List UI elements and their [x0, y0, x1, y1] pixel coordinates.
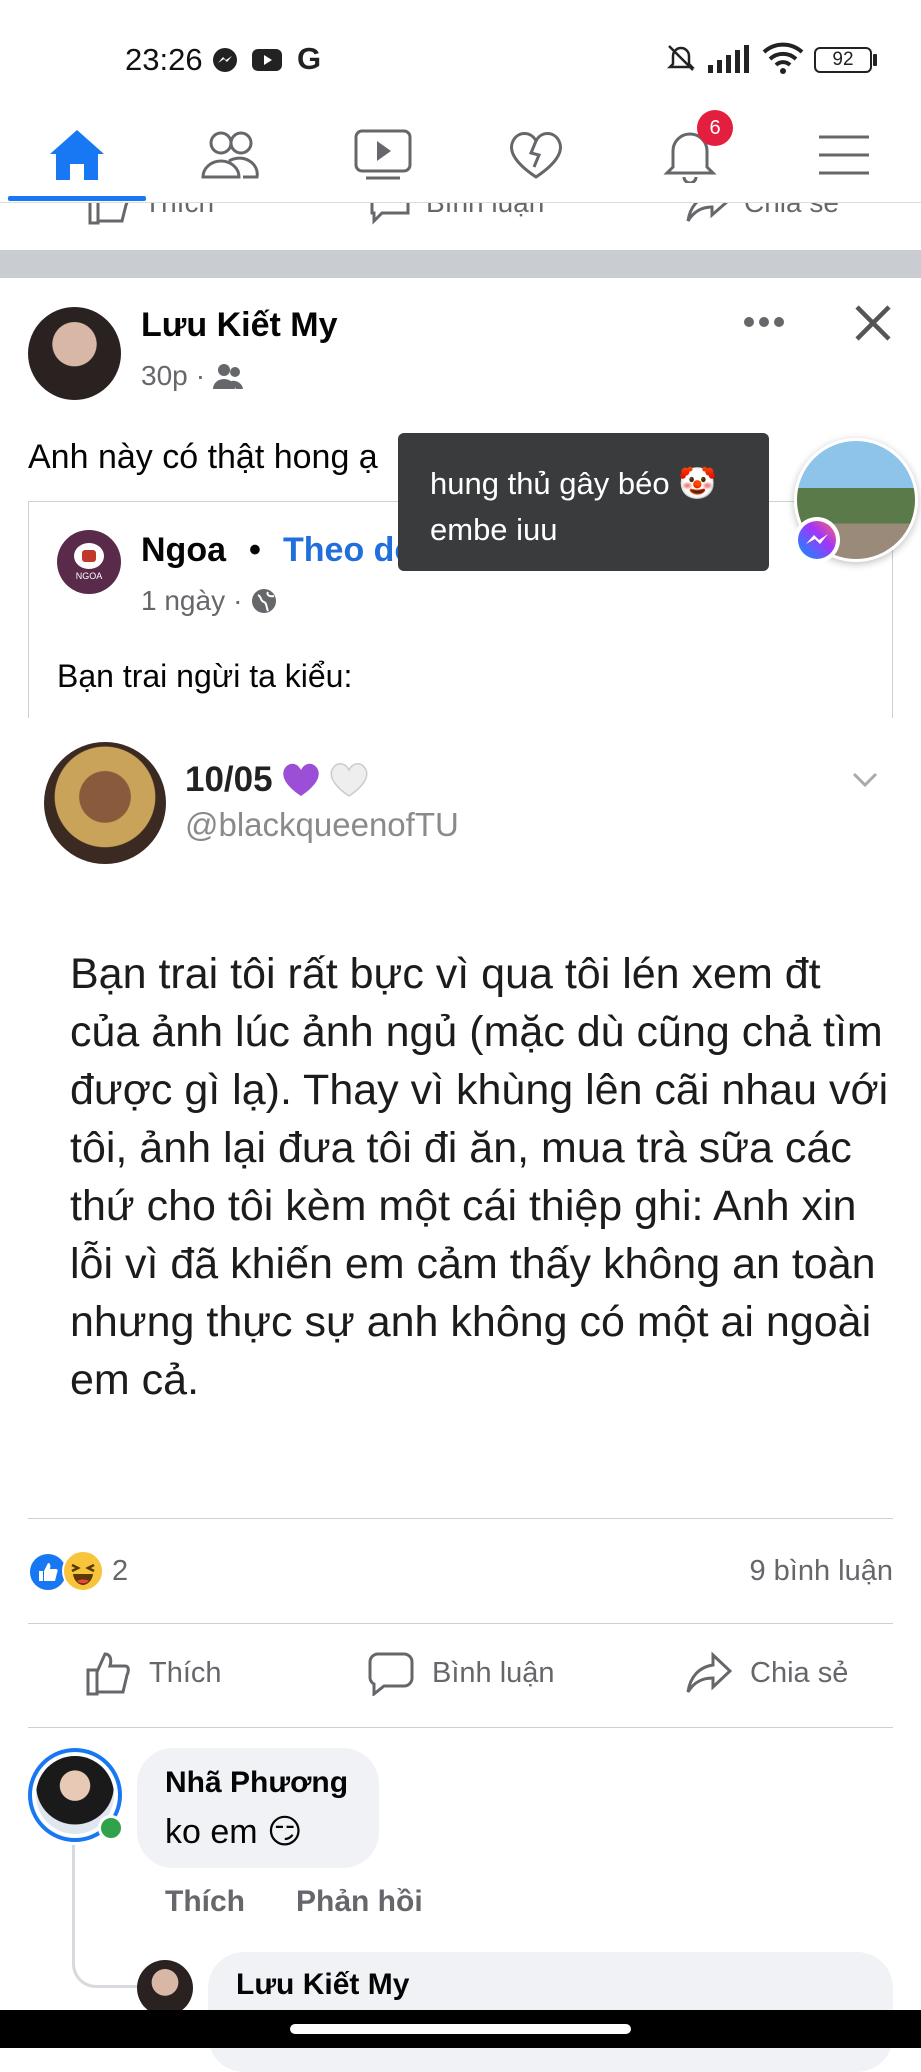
- reactions-divider: [28, 1623, 893, 1624]
- notification-badge: 6: [697, 110, 733, 146]
- comment-text: ko em 😏: [165, 1813, 303, 1851]
- laughing-face-icon: [71, 1563, 95, 1585]
- menu-icon: [819, 135, 869, 175]
- wifi-icon: [762, 42, 804, 74]
- tooltip-line-2: embe iuu: [430, 512, 558, 547]
- comment-label: Bình luận: [432, 1656, 555, 1689]
- status-bar: 23:26 G 92: [0, 0, 921, 110]
- shared-post-time[interactable]: 1 ngày: [141, 585, 225, 617]
- shared-meta-separator: ·: [233, 585, 243, 616]
- tab-dating[interactable]: [486, 110, 586, 200]
- tab-home[interactable]: [27, 110, 127, 200]
- tab-menu[interactable]: [794, 110, 894, 200]
- battery-level: 92: [832, 49, 854, 70]
- messenger-badge-icon: [798, 521, 836, 559]
- tweet-date: 10/05: [185, 760, 273, 799]
- more-options-icon[interactable]: [742, 315, 786, 329]
- share-icon: [686, 203, 728, 222]
- page-logo-icon: [74, 543, 104, 569]
- like-icon: [86, 1652, 130, 1696]
- follow-separator: •: [249, 531, 261, 569]
- top-nav: 6: [0, 110, 921, 202]
- friends-audience-icon: [213, 364, 244, 389]
- previous-like-label: Thích: [144, 202, 215, 218]
- post-author-name[interactable]: Lưu Kiết My: [141, 306, 338, 345]
- online-status-dot: [98, 1815, 124, 1841]
- actions-divider: [28, 1727, 893, 1728]
- post-meta: 30p ·: [141, 360, 244, 392]
- tweet-body-text: Bạn trai tôi rất bực vì qua tôi lén xem …: [70, 950, 889, 1404]
- previous-post-action-bar: Thích Bình luận Chia sẻ: [0, 202, 921, 250]
- tweet-user-avatar: [44, 742, 166, 864]
- shared-page-name[interactable]: Ngoa: [141, 531, 226, 570]
- post-text: Anh này có thật hong ạ: [28, 438, 378, 476]
- shared-post-meta: 1 ngày ·: [141, 585, 278, 617]
- meta-separator: ·: [195, 360, 206, 391]
- battery-icon: 92: [814, 47, 872, 73]
- bell-muted-icon: [666, 45, 696, 71]
- haha-reaction-icon[interactable]: [62, 1550, 104, 1592]
- active-tab-indicator: [8, 196, 146, 201]
- share-label: Chia sẻ: [750, 1656, 849, 1689]
- thumbs-up-icon: [39, 1563, 58, 1581]
- page-logo-text: NGOA: [75, 571, 103, 581]
- friends-icon: [201, 131, 259, 179]
- tab-watch[interactable]: [333, 110, 433, 200]
- share-icon: [686, 1651, 732, 1693]
- dating-icon: [510, 132, 562, 179]
- like-label: Thích: [149, 1656, 222, 1689]
- reply-author-name[interactable]: Lưu Kiết My: [236, 1968, 409, 2002]
- reaction-count[interactable]: 2: [112, 1555, 128, 1588]
- tweet-display-name: 10/05: [185, 760, 369, 800]
- messenger-icon: [213, 48, 237, 72]
- comment-author-name[interactable]: Nhã Phương: [165, 1766, 348, 1800]
- home-indicator[interactable]: [290, 2024, 631, 2034]
- comment-reply-button[interactable]: Phản hồi: [296, 1885, 423, 1919]
- signal-icon: [708, 45, 749, 73]
- white-heart-icon: [330, 763, 368, 797]
- close-icon[interactable]: [853, 303, 893, 343]
- page-avatar[interactable]: NGOA: [57, 530, 121, 594]
- comment-icon: [368, 1652, 414, 1696]
- share-button[interactable]: Chia sẻ: [686, 1650, 848, 1696]
- comment-like-button[interactable]: Thích: [165, 1885, 245, 1919]
- chat-head-tooltip[interactable]: hung thủ gây béo 🤡 embe iuu: [398, 433, 769, 571]
- previous-share-button[interactable]: Chia sẻ: [686, 202, 839, 225]
- previous-share-label: Chia sẻ: [744, 202, 839, 218]
- previous-like-button[interactable]: Thích: [86, 202, 215, 225]
- battery-cap: [873, 54, 877, 66]
- status-time: 23:26: [125, 42, 203, 77]
- author-avatar[interactable]: [28, 307, 121, 400]
- comment-count[interactable]: 9 bình luận: [749, 1555, 893, 1588]
- tab-friends[interactable]: [180, 110, 280, 200]
- messenger-badge: [794, 517, 840, 563]
- watch-icon: [354, 129, 412, 180]
- home-icon: [50, 130, 104, 180]
- globe-icon: [252, 589, 277, 613]
- previous-comment-button[interactable]: Bình luận: [368, 202, 545, 225]
- like-icon: [88, 203, 129, 225]
- comment-icon: [370, 203, 410, 225]
- purple-heart-icon: [282, 763, 319, 796]
- google-icon: G: [297, 41, 322, 76]
- reply-author-avatar[interactable]: [137, 1960, 193, 2016]
- post-time[interactable]: 30p: [141, 360, 188, 392]
- previous-comment-label: Bình luận: [426, 202, 545, 218]
- shared-post-text: Bạn trai ngừi ta kiểu:: [57, 658, 353, 694]
- tooltip-line-1: hung thủ gây béo 🤡: [430, 466, 717, 501]
- feed-separator: [0, 250, 921, 278]
- youtube-icon: [252, 49, 282, 71]
- like-button[interactable]: Thích: [85, 1650, 222, 1696]
- tweet-handle: @blackqueenofTU: [185, 806, 459, 843]
- comment-button[interactable]: Bình luận: [368, 1650, 555, 1696]
- tweet-chevron-down-icon: [852, 772, 878, 788]
